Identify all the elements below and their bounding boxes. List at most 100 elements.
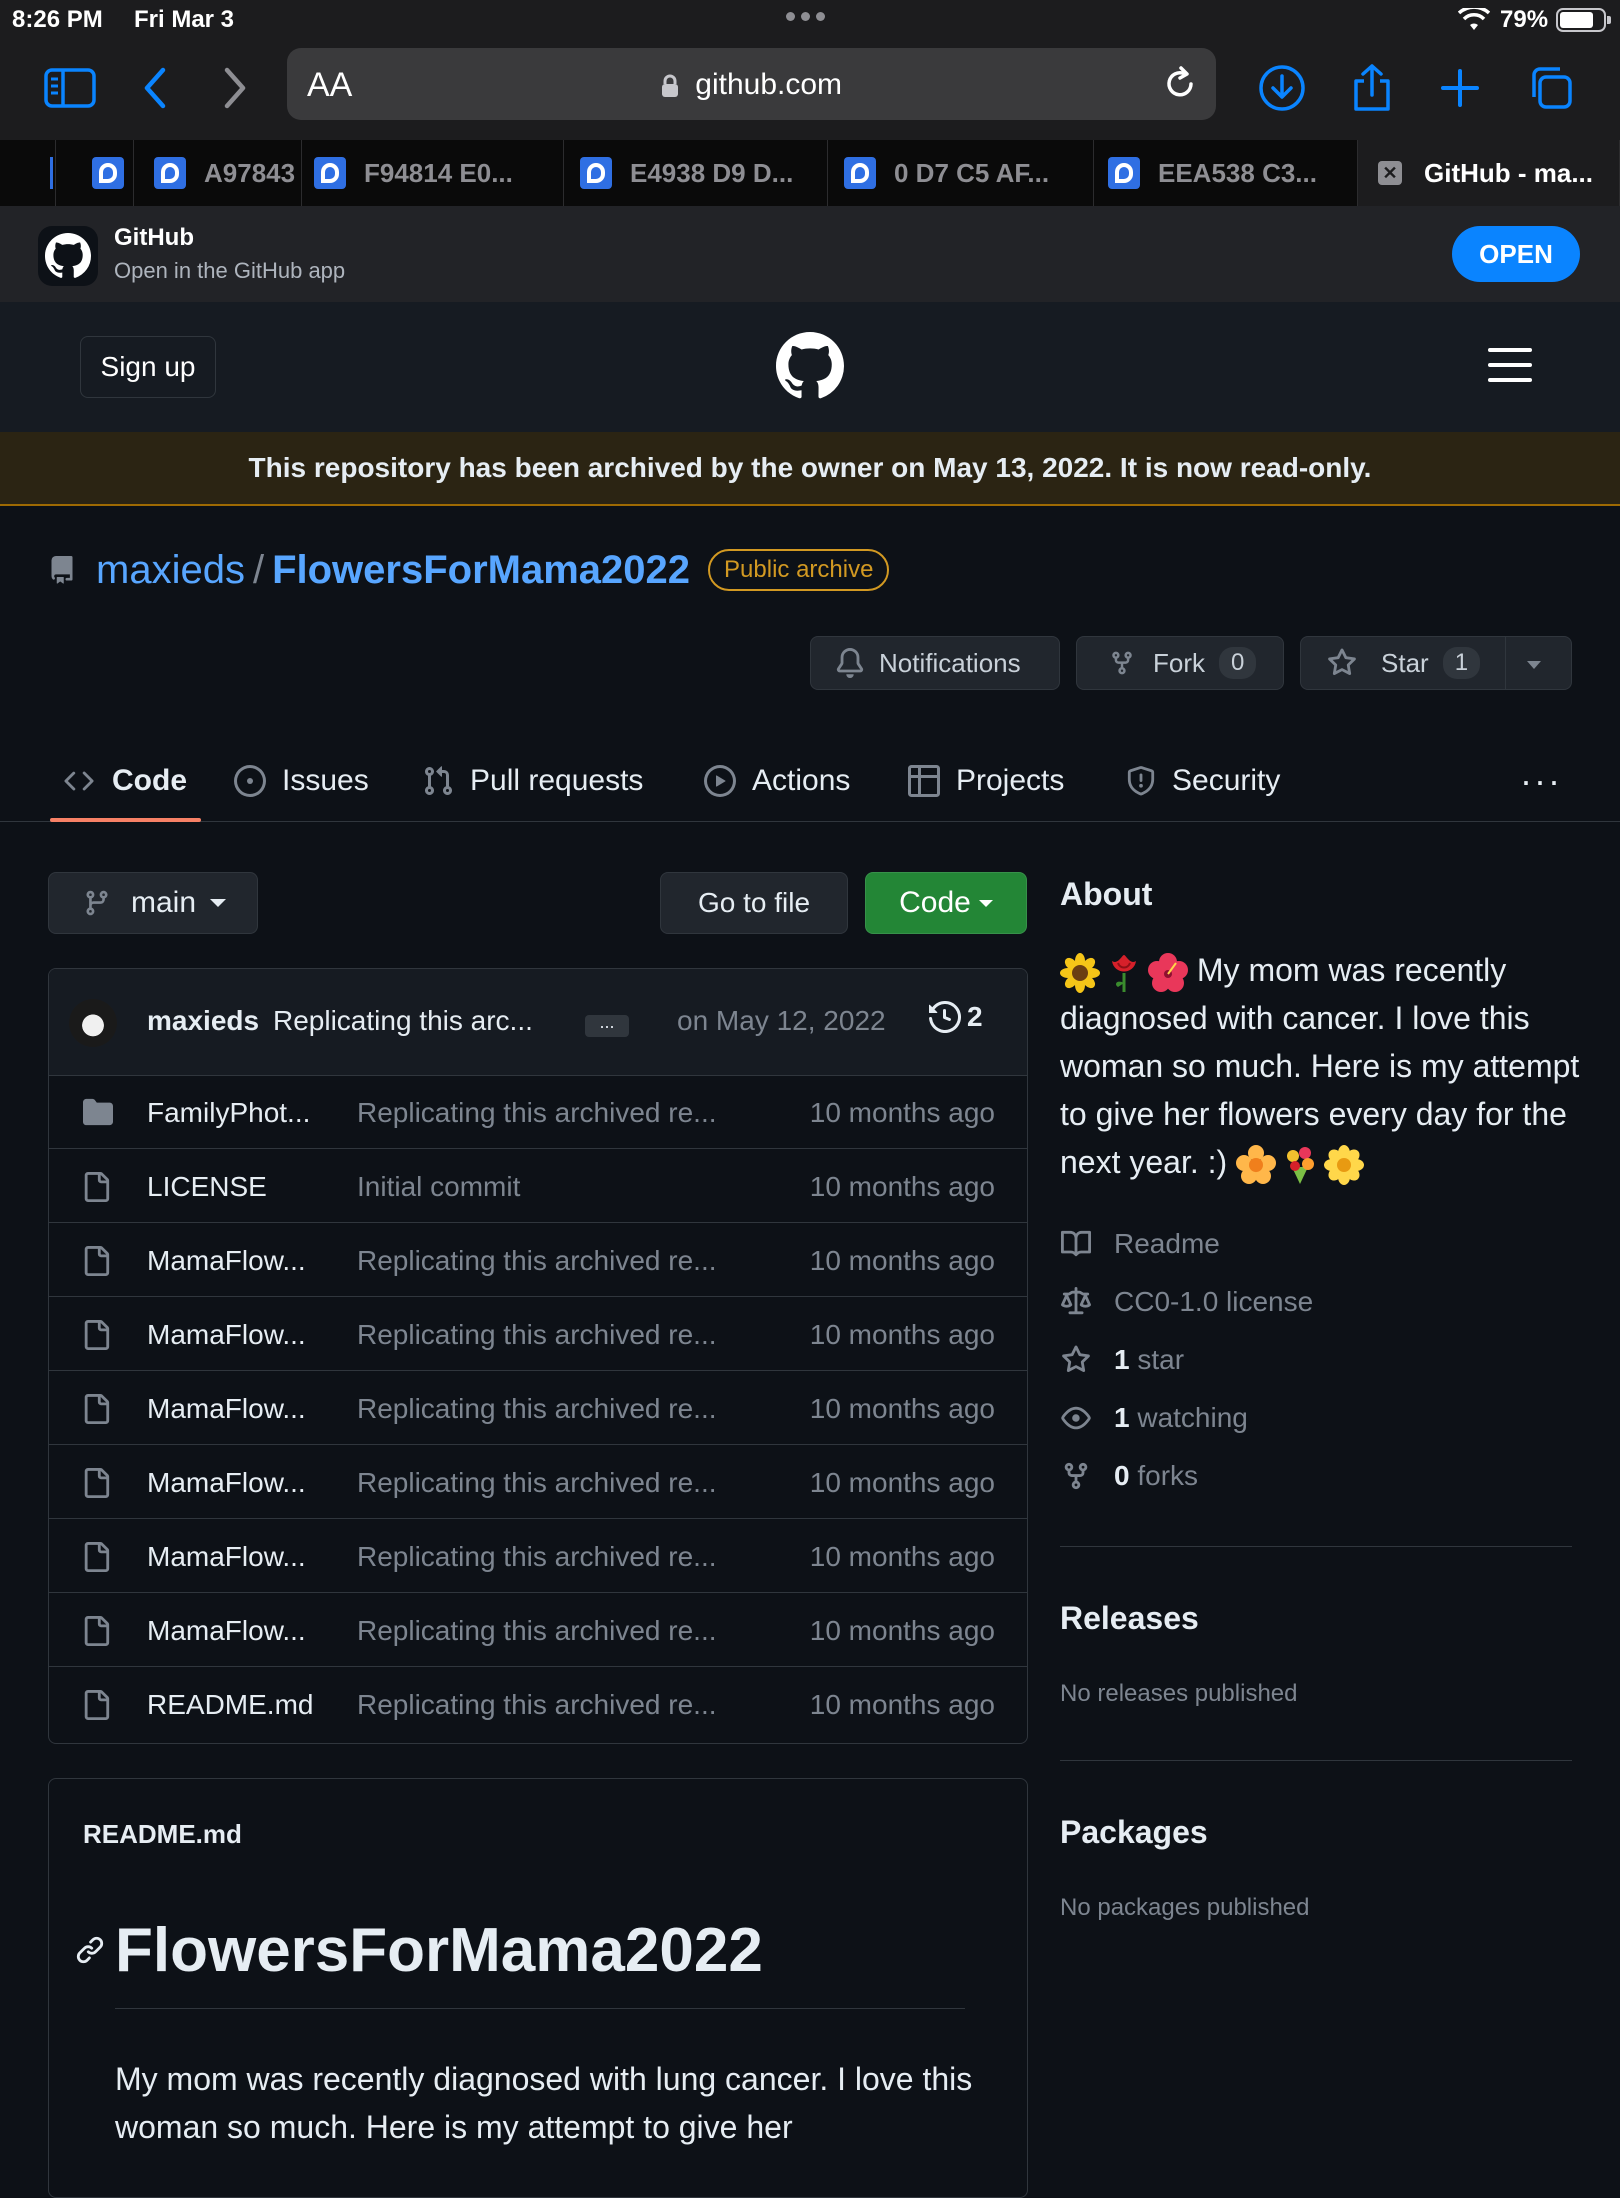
table-row[interactable]: MamaFlow... Replicating this archived re.… [49,1445,1027,1519]
notifications-button[interactable]: Notifications [810,636,1060,690]
stars-link[interactable]: 1 star [1060,1340,1184,1380]
file-commit-message[interactable]: Initial commit [357,1171,520,1203]
github-logo-icon[interactable] [776,332,844,400]
tab-pull-requests[interactable]: Pull requests [422,740,643,822]
close-tab-icon[interactable]: ✕ [1378,161,1402,185]
file-name-link[interactable]: FamilyPhot... [147,1097,327,1129]
branch-selector[interactable]: main [48,872,258,934]
table-row[interactable]: MamaFlow... Replicating this archived re.… [49,1519,1027,1593]
sign-up-button[interactable]: Sign up [80,336,216,398]
commit-expand-button[interactable]: ... [585,1013,629,1037]
tab-stub[interactable] [0,140,56,206]
open-app-button[interactable]: OPEN [1452,226,1580,282]
tab-issues[interactable]: Issues [234,740,369,822]
file-name-link[interactable]: README.md [147,1689,327,1721]
commit-author[interactable]: maxieds [147,1005,259,1037]
tab-favicon-icon [580,157,612,189]
file-commit-message[interactable]: Replicating this archived re... [357,1467,717,1499]
commit-history-link[interactable]: 2 [929,1001,983,1033]
tabs-overview-icon[interactable] [1522,60,1578,116]
repo-owner-link[interactable]: maxieds [96,548,245,593]
tab-projects[interactable]: Projects [908,740,1064,822]
packages-note: No packages published [1060,1894,1310,1921]
tab[interactable]: 0 D7 C5 AF... [844,140,1094,206]
table-row[interactable]: README.md Replicating this archived re...… [49,1667,1027,1741]
file-name-link[interactable]: MamaFlow... [147,1319,327,1351]
file-name-link[interactable]: MamaFlow... [147,1245,327,1277]
url-display[interactable]: github.com [287,68,1216,102]
repo-name-link[interactable]: FlowersForMama2022 [272,548,690,593]
file-commit-message[interactable]: Replicating this archived re... [357,1245,717,1277]
file-name-link[interactable]: MamaFlow... [147,1541,327,1573]
file-name-link[interactable]: MamaFlow... [147,1393,327,1425]
file-age: 10 months ago [809,1393,995,1424]
table-row[interactable]: MamaFlow... Replicating this archived re.… [49,1593,1027,1667]
tab-security[interactable]: Security [1126,740,1280,822]
code-button-label: Code [899,886,971,919]
tab-active[interactable]: ✕ GitHub - ma... [1358,140,1620,206]
menu-hamburger-icon[interactable] [1488,348,1532,382]
anchor-link-icon[interactable] [75,1935,105,1965]
table-row[interactable]: FamilyPhot... Replicating this archived r… [49,1075,1027,1149]
table-row[interactable]: MamaFlow... Replicating this archived re.… [49,1297,1027,1371]
back-icon[interactable] [128,60,184,116]
new-tab-icon[interactable] [1432,60,1488,116]
table-row[interactable]: LICENSE Initial commit 10 months ago [49,1149,1027,1223]
table-row[interactable]: MamaFlow... Replicating this archived re.… [49,1371,1027,1445]
file-age: 10 months ago [809,1319,995,1350]
file-icon [81,1689,111,1721]
file-name-link[interactable]: MamaFlow... [147,1467,327,1499]
file-commit-message[interactable]: Replicating this archived re... [357,1689,717,1721]
tab[interactable]: EEA538 C3... [1108,140,1358,206]
code-dropdown-button[interactable]: Code [865,872,1027,934]
tab-code[interactable]: Code [50,740,201,822]
battery-percent: 79% [1500,6,1549,33]
forward-icon[interactable] [206,60,262,116]
go-to-file-button[interactable]: Go to file [660,872,848,934]
bell-icon [836,648,864,678]
caret-down-icon [978,899,993,907]
tab-favicon-icon [154,157,186,189]
forks-link[interactable]: 0 forks [1060,1456,1198,1496]
commit-message[interactable]: Replicating this arc... [273,1005,533,1037]
star-count: 1 [1442,647,1481,679]
table-row[interactable]: MamaFlow... Replicating this archived re.… [49,1223,1027,1297]
share-icon[interactable] [1344,60,1400,116]
rose-icon [1112,954,1136,992]
multitasking-dots-icon[interactable] [786,12,825,21]
code-icon [64,771,94,791]
watching-link[interactable]: 1 watching [1060,1398,1248,1438]
readme-link[interactable]: Readme [1060,1224,1220,1264]
file-age: 10 months ago [809,1689,995,1720]
readme-filename[interactable]: README.md [83,1819,242,1850]
repo-separator: / [252,547,265,592]
reload-icon[interactable] [1160,64,1200,104]
tab-pinned[interactable] [84,140,134,206]
app-banner: GitHub Open in the GitHub app OPEN [0,206,1620,302]
address-bar[interactable]: AA github.com [287,48,1216,120]
star-button[interactable]: Star 1 [1300,636,1572,690]
file-commit-message[interactable]: Replicating this archived re... [357,1319,717,1351]
fork-button[interactable]: Fork 0 [1076,636,1284,690]
file-name-link[interactable]: MamaFlow... [147,1615,327,1647]
tab-actions[interactable]: Actions [704,740,850,822]
license-link[interactable]: CC0-1.0 license [1060,1282,1313,1322]
pull-request-icon [424,766,453,796]
file-commit-message[interactable]: Replicating this archived re... [357,1097,717,1129]
tab-favicon-icon [92,157,124,189]
packages-heading[interactable]: Packages [1060,1814,1208,1851]
releases-heading[interactable]: Releases [1060,1600,1199,1637]
more-tabs-button[interactable]: ··· [1520,760,1562,802]
tab[interactable]: A97843 [154,140,302,206]
file-commit-message[interactable]: Replicating this archived re... [357,1615,717,1647]
file-commit-message[interactable]: Replicating this archived re... [357,1393,717,1425]
tab[interactable]: F94814 E0... [314,140,564,206]
sidebar-icon[interactable] [42,60,98,116]
file-commit-message[interactable]: Replicating this archived re... [357,1541,717,1573]
tab[interactable]: E4938 D9 D... [580,140,828,206]
file-name-link[interactable]: LICENSE [147,1171,327,1203]
downloads-icon[interactable] [1254,60,1310,116]
avatar[interactable] [69,999,117,1047]
star-dropdown-caret-icon[interactable] [1527,661,1541,669]
status-time: 8:26 PM [12,6,103,33]
